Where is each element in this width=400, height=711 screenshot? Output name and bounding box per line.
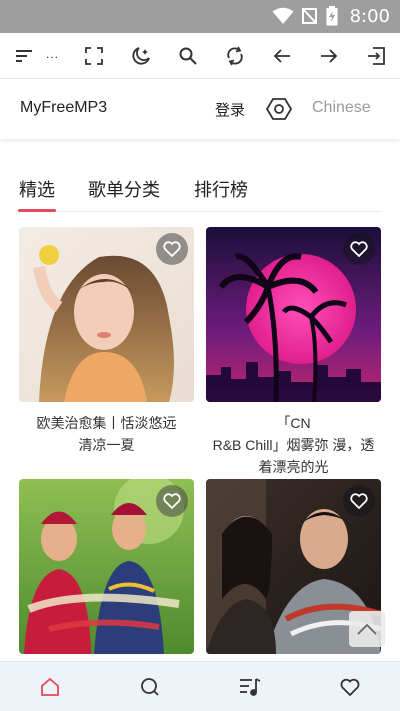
language-button[interactable]: Chinese: [312, 99, 371, 117]
playlist-caption[interactable]: 欧美治愈集丨恬淡悠远 清凉一夏: [19, 412, 194, 456]
status-bar: 8:00: [0, 0, 400, 33]
favorite-button[interactable]: [156, 233, 188, 265]
nav-home[interactable]: [38, 675, 62, 699]
nav-favorites[interactable]: [338, 675, 362, 699]
status-time: 8:00: [349, 5, 390, 27]
hexagon-settings-icon[interactable]: [266, 96, 292, 122]
wifi-icon: [272, 7, 294, 24]
tab-charts[interactable]: 排行榜: [194, 176, 248, 212]
site-title[interactable]: MyFreeMP3: [20, 99, 107, 117]
site-header: MyFreeMP3 登录 Chinese: [0, 79, 400, 139]
browser-toolbar: ...: [0, 33, 400, 79]
active-tab-indicator: [18, 209, 56, 212]
favorite-icon: [340, 678, 360, 696]
status-icons: 8:00: [272, 5, 390, 27]
bottom-nav: [0, 661, 400, 711]
search-icon: [141, 678, 159, 696]
playlist-caption[interactable]: 「CN R&B Chill」烟雾弥 漫，透着漂亮的光: [206, 412, 381, 478]
favorite-button[interactable]: [156, 485, 188, 517]
battery-charging-icon: [326, 6, 338, 26]
back-arrow-icon[interactable]: [270, 44, 294, 68]
favorite-button[interactable]: [343, 485, 375, 517]
playlist-cover[interactable]: [206, 227, 381, 402]
forward-arrow-icon[interactable]: [317, 44, 341, 68]
tab-featured[interactable]: 精选: [19, 176, 55, 212]
search-icon[interactable]: [176, 44, 200, 68]
favorite-button[interactable]: [343, 233, 375, 265]
url-ellipsis[interactable]: ...: [46, 47, 59, 61]
playlist-cover[interactable]: [19, 479, 194, 654]
playlist-cover[interactable]: [19, 227, 194, 402]
scroll-to-top-button[interactable]: [349, 611, 385, 647]
refresh-icon[interactable]: [223, 44, 247, 68]
fullscreen-icon[interactable]: [82, 44, 106, 68]
home-icon: [41, 677, 59, 696]
menu-icon[interactable]: [12, 44, 36, 68]
category-tabs: 精选 歌单分类 排行榜: [18, 176, 382, 212]
nav-playlist[interactable]: [238, 675, 262, 699]
exit-icon[interactable]: [364, 44, 388, 68]
signal-off-icon: [301, 8, 317, 24]
nav-search[interactable]: [138, 675, 162, 699]
night-mode-icon[interactable]: [129, 44, 153, 68]
tab-playlist-categories[interactable]: 歌单分类: [88, 176, 160, 212]
chevron-up-icon: [357, 623, 377, 635]
playlist-icon: [240, 678, 261, 696]
login-link[interactable]: 登录: [215, 99, 245, 120]
